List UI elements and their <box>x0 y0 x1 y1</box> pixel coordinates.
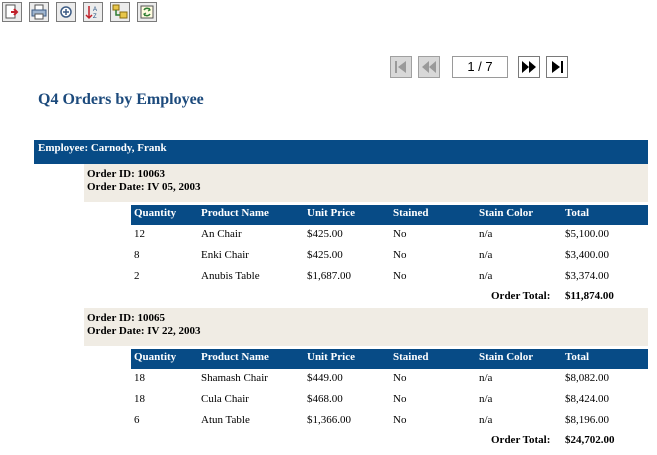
report-toolbar: A Z <box>2 2 164 22</box>
export-icon <box>5 4 19 19</box>
cell-quantity: 18 <box>134 393 145 405</box>
col-stain-color: Stain Color <box>479 351 534 363</box>
cell-product-name: Shamash Chair <box>201 372 268 384</box>
next-page-button[interactable] <box>518 56 540 78</box>
order-header: Order ID: 10065 Order Date: IV 22, 2003 <box>84 308 648 346</box>
cell-total: $8,424.00 <box>565 393 609 405</box>
sort-icon: A Z <box>85 6 97 20</box>
cell-quantity: 8 <box>134 249 140 261</box>
print-button[interactable] <box>29 2 49 22</box>
cell-unit-price: $1,687.00 <box>307 270 351 282</box>
column-header-row: Quantity Product Name Unit Price Stained… <box>131 349 648 369</box>
order-total-label: Order Total: <box>491 290 551 302</box>
col-product-name: Product Name <box>201 207 269 219</box>
cell-stained: No <box>393 372 407 384</box>
table-row: 18 Shamash Chair $449.00 No n/a $8,082.0… <box>131 370 648 390</box>
table-row: 6 Atun Table $1,366.00 No n/a $8,196.00 <box>131 412 648 432</box>
group-tree-icon <box>112 4 128 19</box>
svg-text:Z: Z <box>93 14 97 20</box>
order-total-value: $11,874.00 <box>565 290 614 302</box>
table-row: 12 An Chair $425.00 No n/a $5,100.00 <box>131 226 648 246</box>
cell-product-name: An Chair <box>201 228 242 240</box>
zoom-button[interactable] <box>56 2 76 22</box>
cell-stained: No <box>393 414 407 426</box>
page-number-input[interactable]: 1 / 7 <box>452 56 508 78</box>
cell-quantity: 2 <box>134 270 140 282</box>
cell-stain-color: n/a <box>479 393 493 405</box>
col-quantity: Quantity <box>134 351 177 363</box>
first-page-button[interactable] <box>390 56 412 78</box>
refresh-icon <box>140 5 154 19</box>
cell-stain-color: n/a <box>479 270 493 282</box>
table-row: 8 Enki Chair $425.00 No n/a $3,400.00 <box>131 247 648 267</box>
zoom-icon <box>60 6 72 18</box>
col-stain-color: Stain Color <box>479 207 534 219</box>
col-quantity: Quantity <box>134 207 177 219</box>
cell-unit-price: $425.00 <box>307 249 343 261</box>
cell-product-name: Cula Chair <box>201 393 249 405</box>
last-page-icon <box>552 61 563 73</box>
report-title: Q4 Orders by Employee <box>38 91 204 108</box>
col-stained: Stained <box>393 207 429 219</box>
cell-stained: No <box>393 270 407 282</box>
cell-total: $8,196.00 <box>565 414 609 426</box>
cell-unit-price: $1,366.00 <box>307 414 351 426</box>
order-date: Order Date: IV 05, 2003 <box>87 181 201 193</box>
cell-total: $3,374.00 <box>565 270 609 282</box>
employee-group-header: Employee: Carnody, Frank <box>34 140 648 164</box>
cell-stain-color: n/a <box>479 228 493 240</box>
cell-total: $5,100.00 <box>565 228 609 240</box>
cell-total: $3,400.00 <box>565 249 609 261</box>
cell-total: $8,082.00 <box>565 372 609 384</box>
previous-page-icon <box>422 61 436 73</box>
cell-stained: No <box>393 228 407 240</box>
cell-unit-price: $425.00 <box>307 228 343 240</box>
cell-unit-price: $468.00 <box>307 393 343 405</box>
last-page-button[interactable] <box>546 56 568 78</box>
cell-stained: No <box>393 393 407 405</box>
cell-quantity: 6 <box>134 414 140 426</box>
svg-text:A: A <box>93 7 97 13</box>
order-id: Order ID: 10063 <box>87 168 166 180</box>
order-id: Order ID: 10065 <box>87 312 166 324</box>
col-total: Total <box>565 351 590 363</box>
cell-product-name: Atun Table <box>201 414 250 426</box>
group-tree-button[interactable] <box>110 2 130 22</box>
cell-quantity: 12 <box>134 228 145 240</box>
order-header: Order ID: 10063 Order Date: IV 05, 2003 <box>84 164 648 202</box>
first-page-icon <box>395 61 406 73</box>
cell-product-name: Enki Chair <box>201 249 249 261</box>
next-page-icon <box>522 61 536 73</box>
order-total-value: $24,702.00 <box>565 434 615 446</box>
cell-stain-color: n/a <box>479 372 493 384</box>
cell-stain-color: n/a <box>479 414 493 426</box>
sort-button[interactable]: A Z <box>83 2 103 22</box>
refresh-button[interactable] <box>137 2 157 22</box>
column-header-row: Quantity Product Name Unit Price Stained… <box>131 205 648 225</box>
col-unit-price: Unit Price <box>307 207 355 219</box>
order-total-label: Order Total: <box>491 434 551 446</box>
export-button[interactable] <box>2 2 22 22</box>
col-stained: Stained <box>393 351 429 363</box>
table-row: 18 Cula Chair $468.00 No n/a $8,424.00 <box>131 391 648 411</box>
cell-product-name: Anubis Table <box>201 270 260 282</box>
previous-page-button[interactable] <box>418 56 440 78</box>
cell-quantity: 18 <box>134 372 145 384</box>
cell-stained: No <box>393 249 407 261</box>
col-total: Total <box>565 207 590 219</box>
order-date: Order Date: IV 22, 2003 <box>87 325 201 337</box>
col-product-name: Product Name <box>201 351 269 363</box>
cell-stain-color: n/a <box>479 249 493 261</box>
col-unit-price: Unit Price <box>307 351 355 363</box>
table-row: 2 Anubis Table $1,687.00 No n/a $3,374.0… <box>131 268 648 288</box>
print-icon <box>31 4 47 20</box>
cell-unit-price: $449.00 <box>307 372 343 384</box>
